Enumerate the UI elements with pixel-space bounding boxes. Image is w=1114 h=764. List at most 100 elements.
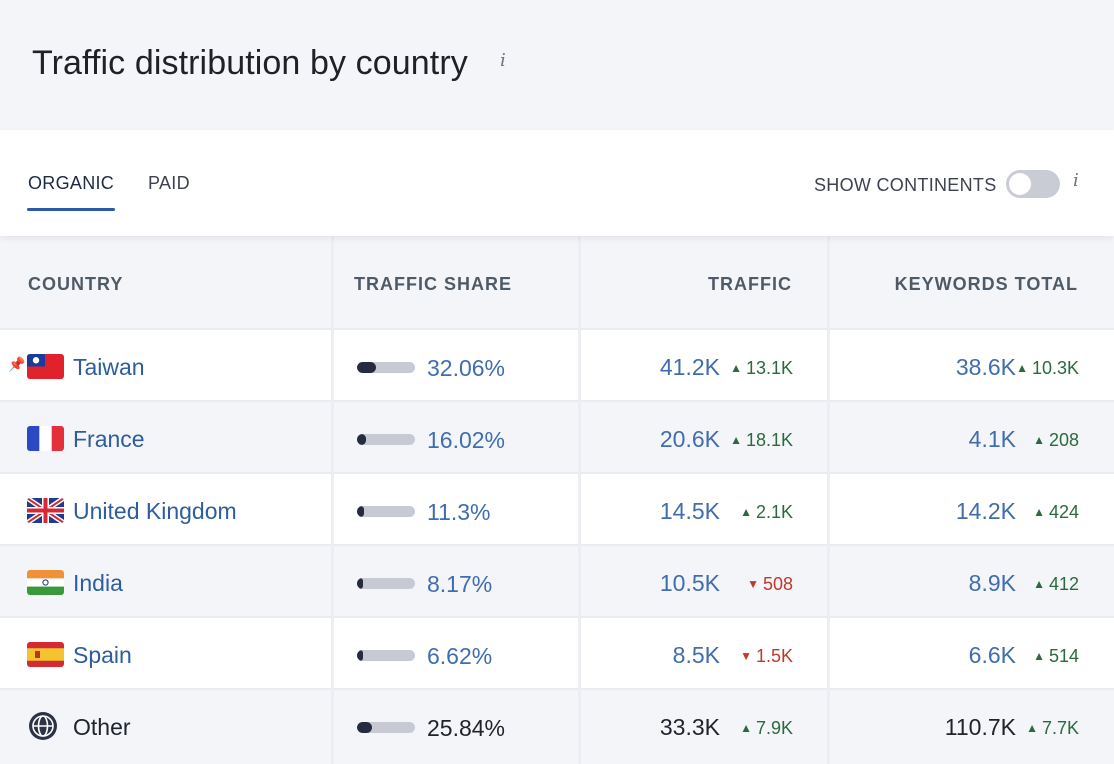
column-header-traffic[interactable]: TRAFFIC bbox=[708, 274, 792, 295]
info-icon[interactable]: i bbox=[500, 50, 506, 71]
trend-up-icon: ▲ bbox=[730, 433, 742, 447]
show-continents-toggle[interactable] bbox=[1006, 170, 1060, 198]
keywords-value[interactable]: 8.9K bbox=[969, 570, 1016, 597]
traffic-share-bar bbox=[357, 578, 415, 589]
traffic-delta: ▲ 7.9K bbox=[740, 718, 793, 739]
traffic-share-bar-fill bbox=[357, 722, 372, 733]
traffic-share-bar-fill bbox=[357, 506, 364, 517]
india-flag-icon bbox=[27, 570, 64, 595]
trend-up-icon: ▲ bbox=[1016, 361, 1028, 375]
traffic-share-bar-fill bbox=[357, 578, 363, 589]
keywords-delta: ▲ 514 bbox=[1033, 646, 1079, 667]
keywords-delta-value: 514 bbox=[1048, 646, 1079, 666]
country-table: COUNTRY TRAFFIC SHARE TRAFFIC KEYWORDS T… bbox=[0, 236, 1114, 764]
traffic-value[interactable]: 14.5K bbox=[660, 498, 720, 525]
tabs-bar: ORGANIC PAID SHOW CONTINENTS i bbox=[0, 130, 1114, 236]
keywords-delta-value: 424 bbox=[1048, 502, 1079, 522]
table-row[interactable]: France 16.02% 20.6K ▲ 18.1K 4.1K ▲ 208 bbox=[0, 400, 1114, 472]
traffic-delta-value: 13.1K bbox=[745, 358, 793, 378]
taiwan-flag-icon bbox=[27, 354, 64, 379]
column-divider bbox=[827, 236, 830, 764]
keywords-value[interactable]: 14.2K bbox=[956, 498, 1016, 525]
spain-flag-icon bbox=[27, 642, 64, 667]
keywords-value[interactable]: 6.6K bbox=[969, 642, 1016, 669]
table-header: COUNTRY TRAFFIC SHARE TRAFFIC KEYWORDS T… bbox=[0, 236, 1114, 328]
keywords-delta-value: 10.3K bbox=[1031, 358, 1079, 378]
table-row[interactable]: 📌 Taiwan 32.06% 41.2K ▲ 13.1K 38.6K ▲ 10.3K bbox=[0, 328, 1114, 400]
trend-up-icon: ▲ bbox=[740, 505, 752, 519]
column-header-keywords-total[interactable]: KEYWORDS TOTAL bbox=[895, 274, 1078, 295]
traffic-delta-value: 1.5K bbox=[755, 646, 793, 666]
keywords-delta-value: 7.7K bbox=[1041, 718, 1079, 738]
table-row[interactable]: India 8.17% 10.5K ▼ 508 8.9K ▲ 412 bbox=[0, 544, 1114, 616]
country-name[interactable]: United Kingdom bbox=[73, 498, 237, 525]
traffic-share-bar bbox=[357, 434, 415, 445]
traffic-share-value: 11.3% bbox=[427, 499, 491, 525]
table-row[interactable]: Spain 6.62% 8.5K ▼ 1.5K 6.6K ▲ 514 bbox=[0, 616, 1114, 688]
trend-up-icon: ▲ bbox=[1033, 649, 1045, 663]
traffic-share-bar-fill bbox=[357, 434, 366, 445]
keywords-delta: ▲ 7.7K bbox=[1026, 718, 1079, 739]
widget-title: Traffic distribution by country bbox=[32, 44, 468, 82]
traffic-delta-value: 2.1K bbox=[755, 502, 793, 522]
trend-down-icon: ▼ bbox=[747, 577, 759, 591]
traffic-share-bar-fill bbox=[357, 650, 363, 661]
trend-up-icon: ▲ bbox=[1033, 577, 1045, 591]
keywords-delta: ▲ 424 bbox=[1033, 502, 1079, 523]
active-tab-underline bbox=[27, 208, 115, 211]
continents-info-icon[interactable]: i bbox=[1073, 170, 1079, 191]
trend-up-icon: ▲ bbox=[1033, 505, 1045, 519]
keywords-value: 110.7K bbox=[944, 714, 1016, 740]
country-name[interactable]: France bbox=[73, 426, 145, 453]
keywords-value[interactable]: 4.1K bbox=[969, 426, 1016, 453]
tab-paid[interactable]: PAID bbox=[148, 173, 190, 194]
traffic-share-value: 16.02% bbox=[427, 427, 506, 453]
traffic-share-value: 32.06% bbox=[427, 355, 506, 381]
widget-header: Traffic distribution by country i bbox=[0, 0, 1114, 130]
traffic-share-bar bbox=[357, 722, 415, 733]
traffic-value[interactable]: 41.2K bbox=[660, 354, 720, 381]
keywords-delta: ▲ 412 bbox=[1033, 574, 1079, 595]
traffic-delta: ▼ 1.5K bbox=[740, 646, 793, 667]
toggle-knob bbox=[1009, 173, 1031, 195]
traffic-delta: ▲ 13.1K bbox=[730, 358, 793, 379]
column-divider bbox=[578, 236, 581, 764]
pin-icon[interactable]: 📌 bbox=[8, 356, 25, 373]
show-continents-label: SHOW CONTINENTS bbox=[814, 175, 997, 195]
traffic-share-value: 8.17% bbox=[427, 571, 493, 597]
traffic-delta-value: 508 bbox=[762, 574, 793, 594]
trend-up-icon: ▲ bbox=[1033, 433, 1045, 447]
column-header-traffic-share[interactable]: TRAFFIC SHARE bbox=[354, 274, 512, 295]
traffic-delta: ▲ 18.1K bbox=[730, 430, 793, 451]
country-name[interactable]: Spain bbox=[73, 642, 132, 669]
trend-down-icon: ▼ bbox=[740, 649, 752, 663]
keywords-delta-value: 208 bbox=[1048, 430, 1079, 450]
keywords-delta: ▲ 10.3K bbox=[1016, 358, 1079, 379]
column-divider bbox=[331, 236, 334, 764]
uk-flag-icon bbox=[27, 498, 64, 523]
traffic-value: 33.3K bbox=[659, 714, 720, 740]
traffic-share-value: 6.62% bbox=[427, 643, 493, 669]
traffic-value[interactable]: 20.6K bbox=[660, 426, 720, 453]
trend-up-icon: ▲ bbox=[730, 361, 742, 375]
traffic-share-value: 25.84% bbox=[427, 715, 506, 741]
tab-organic[interactable]: ORGANIC bbox=[28, 173, 114, 194]
traffic-delta: ▼ 508 bbox=[747, 574, 793, 595]
keywords-value[interactable]: 38.6K bbox=[956, 354, 1016, 381]
country-name[interactable]: Taiwan bbox=[73, 354, 145, 381]
france-flag-icon bbox=[27, 426, 64, 451]
keywords-delta: ▲ 208 bbox=[1033, 430, 1079, 451]
traffic-delta-value: 18.1K bbox=[745, 430, 793, 450]
trend-up-icon: ▲ bbox=[740, 721, 752, 735]
traffic-value[interactable]: 10.5K bbox=[660, 570, 720, 597]
traffic-value[interactable]: 8.5K bbox=[673, 642, 720, 669]
table-row[interactable]: United Kingdom 11.3% 14.5K ▲ 2.1K 14.2K ▲ 424 bbox=[0, 472, 1114, 544]
traffic-share-bar bbox=[357, 506, 415, 517]
table-row[interactable]: Other 25.84% 33.3K ▲ 7.9K 110.7K ▲ 7.7K bbox=[0, 688, 1114, 760]
column-header-country[interactable]: COUNTRY bbox=[28, 274, 123, 295]
traffic-share-bar-fill bbox=[357, 362, 376, 373]
trend-up-icon: ▲ bbox=[1026, 721, 1038, 735]
country-name: Other bbox=[73, 714, 131, 740]
traffic-delta: ▲ 2.1K bbox=[740, 502, 793, 523]
country-name[interactable]: India bbox=[73, 570, 123, 597]
